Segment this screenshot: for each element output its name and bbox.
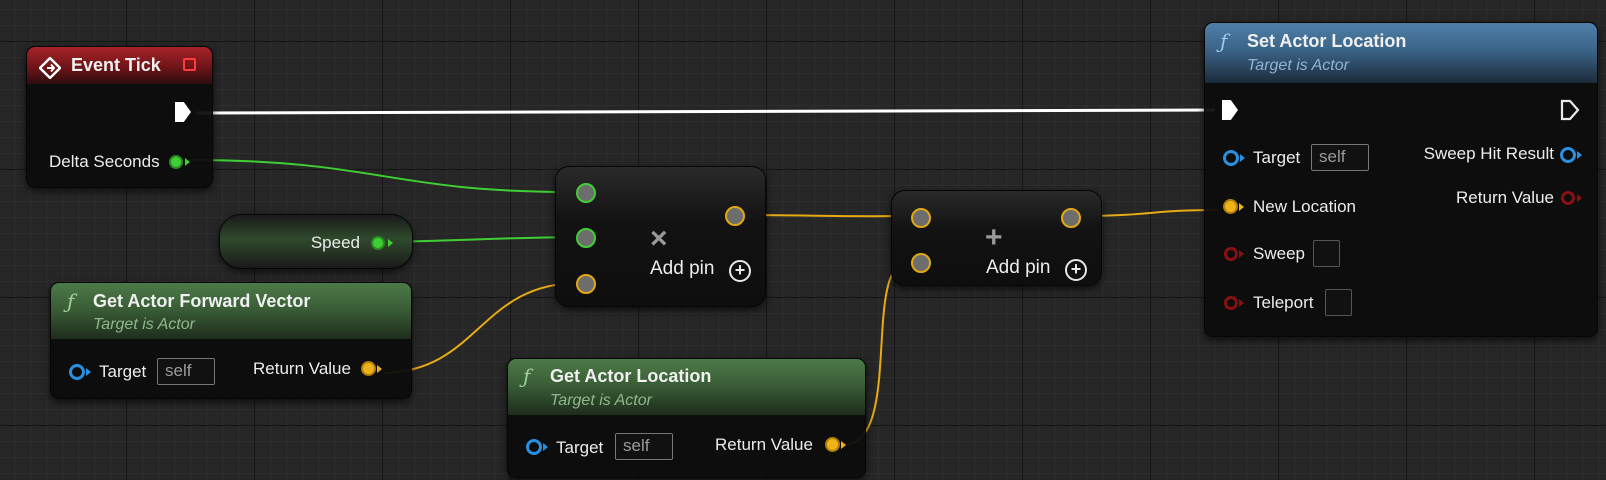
speed-arrow-icon — [388, 239, 393, 247]
delta-seconds-arrow-icon — [185, 158, 190, 166]
location-return-pin[interactable] — [825, 437, 840, 452]
multiply-node[interactable]: × Add pin + — [555, 166, 766, 307]
teleport-checkbox[interactable] — [1325, 289, 1352, 316]
exec-in-pin[interactable] — [1222, 100, 1238, 120]
wire-speed-to-multiply — [384, 236, 582, 243]
new-location-pin[interactable] — [1223, 199, 1238, 214]
location-target-arrow-icon — [543, 443, 548, 451]
forward-subtitle: Target is Actor — [93, 316, 195, 333]
sweep-hit-result-pin[interactable] — [1560, 147, 1576, 163]
multiply-input-c-pin[interactable] — [576, 274, 596, 294]
location-target-label: Target — [556, 438, 604, 457]
forward-target-arrow-icon — [86, 368, 91, 376]
add-node[interactable]: + Add pin + — [891, 190, 1102, 286]
function-icon: ƒ — [523, 364, 531, 388]
multiply-add-pin-label[interactable]: Add pin — [650, 259, 714, 279]
event-tick-title: Event Tick — [71, 55, 161, 75]
add-output-pin[interactable] — [1061, 208, 1081, 228]
set-return-value-pin[interactable] — [1561, 191, 1575, 205]
new-location-arrow-icon — [1239, 203, 1244, 211]
set-return-value-label: Return Value — [1456, 188, 1554, 207]
exec-out-pin[interactable] — [1560, 99, 1580, 121]
set-actor-location-node[interactable]: ƒ Set Actor Location Target is Actor Tar… — [1204, 22, 1598, 337]
set-return-value-arrow-icon — [1577, 194, 1582, 202]
delta-seconds-pin[interactable] — [169, 155, 183, 169]
stop-icon[interactable] — [183, 58, 196, 71]
sweep-checkbox[interactable] — [1313, 240, 1340, 267]
location-subtitle: Target is Actor — [550, 392, 652, 409]
delta-seconds-label: Delta Seconds — [49, 152, 160, 171]
function-icon: ƒ — [1220, 29, 1228, 53]
new-location-label: New Location — [1253, 197, 1357, 216]
multiply-input-b-pin[interactable] — [576, 228, 596, 248]
add-input-a-pin[interactable] — [911, 208, 931, 228]
event-tick-node[interactable]: Event Tick Delta Seconds — [26, 46, 213, 188]
exec-wire — [195, 108, 1216, 115]
add-add-pin-label[interactable]: Add pin — [986, 258, 1050, 278]
multiply-input-a-pin[interactable] — [576, 183, 596, 203]
forward-title: Get Actor Forward Vector — [93, 291, 311, 311]
forward-target-pin[interactable] — [69, 364, 85, 380]
wire-delta-to-multiply — [188, 159, 582, 194]
get-forward-vector-node[interactable]: ƒ Get Actor Forward Vector Target is Act… — [50, 282, 412, 399]
add-input-b-pin[interactable] — [911, 253, 931, 273]
function-icon: ƒ — [67, 289, 75, 313]
set-target-pin[interactable] — [1223, 150, 1239, 166]
forward-return-arrow-icon — [377, 365, 382, 373]
multiply-output-pin[interactable] — [725, 206, 745, 226]
set-target-field[interactable]: self — [1311, 144, 1369, 171]
multiply-icon: × — [650, 222, 668, 255]
add-add-pin-icon[interactable]: + — [1065, 259, 1087, 281]
teleport-label: Teleport — [1253, 293, 1314, 312]
location-return-arrow-icon — [841, 441, 846, 449]
location-return-label: Return Value — [715, 435, 813, 454]
speed-getter-node[interactable]: Speed — [219, 214, 413, 269]
sweep-pin[interactable] — [1224, 247, 1238, 261]
location-target-pin[interactable] — [526, 439, 542, 455]
forward-target-label: Target — [99, 362, 147, 381]
add-plus-icon: + — [985, 221, 1003, 254]
get-actor-location-node[interactable]: ƒ Get Actor Location Target is Actor Tar… — [507, 358, 866, 478]
speed-label: Speed — [310, 233, 360, 252]
set-target-arrow-icon — [1240, 154, 1245, 162]
location-title: Get Actor Location — [550, 366, 712, 386]
teleport-pin[interactable] — [1224, 296, 1238, 310]
sweep-hit-result-label: Sweep Hit Result — [1423, 144, 1554, 163]
forward-return-pin[interactable] — [361, 361, 376, 376]
set-target-label: Target — [1253, 148, 1301, 167]
sweep-label: Sweep — [1253, 244, 1305, 263]
sweep-arrow-icon — [1239, 250, 1244, 258]
multiply-add-pin-icon[interactable]: + — [729, 260, 751, 282]
location-target-field[interactable]: self — [615, 433, 673, 460]
forward-target-field[interactable]: self — [157, 358, 215, 385]
event-diamond-icon — [39, 57, 61, 79]
exec-out-pin[interactable] — [175, 102, 191, 122]
sweep-hit-result-arrow-icon — [1577, 151, 1582, 159]
set-location-subtitle: Target is Actor — [1247, 57, 1349, 74]
teleport-arrow-icon — [1239, 299, 1244, 307]
set-location-title: Set Actor Location — [1247, 31, 1407, 51]
speed-out-pin[interactable] — [371, 236, 385, 250]
forward-return-label: Return Value — [253, 359, 351, 378]
